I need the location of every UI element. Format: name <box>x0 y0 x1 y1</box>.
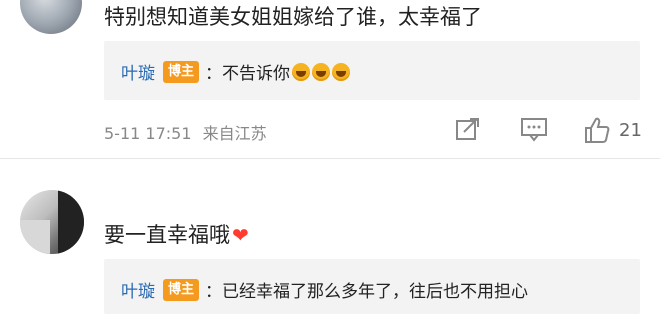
reply-text: ：不告诉你 <box>205 64 291 84</box>
blogger-badge: 博主 <box>163 278 200 301</box>
reply-box[interactable]: 叶璇 博主 ：已经幸福了那么多年了，往后也不用担心 <box>104 259 640 314</box>
like-count: 21 <box>619 119 642 141</box>
heart-icon: ❤ <box>232 223 249 247</box>
laugh-emoji-icon <box>332 62 351 81</box>
avatar[interactable] <box>20 0 82 34</box>
share-icon <box>456 118 479 140</box>
share-button[interactable] <box>455 116 481 146</box>
comment-location: 来自江苏 <box>202 124 267 143</box>
reply-author[interactable]: 叶璇 <box>121 277 155 302</box>
comment-icon <box>521 118 547 142</box>
comment-time: 5-11 17:51 <box>104 124 192 143</box>
comment-text: 特别想知道美女姐姐嫁给了谁，太幸福了 <box>104 5 482 29</box>
like-button[interactable]: 21 <box>583 116 642 144</box>
divider <box>0 158 660 159</box>
comment-button[interactable] <box>520 116 548 146</box>
reply-line: 叶璇 博主 ：已经幸福了那么多年了，往后也不用担心 <box>121 277 528 302</box>
laugh-emoji-icon <box>292 62 311 81</box>
reply-author[interactable]: 叶璇 <box>121 59 155 84</box>
blogger-badge: 博主 <box>163 60 200 83</box>
thumbs-up-icon <box>585 117 610 143</box>
comment-text: 要一直幸福哦 ❤ <box>104 219 249 249</box>
laugh-emoji-icon <box>312 62 331 81</box>
reply-box[interactable]: 叶璇 博主 ：不告诉你 <box>104 41 640 100</box>
reply-line: 叶璇 博主 ：不告诉你 <box>121 59 351 84</box>
reply-text: ：已经幸福了那么多年了，往后也不用担心 <box>205 282 529 302</box>
comment-meta: 5-11 17:51 来自江苏 <box>104 120 267 144</box>
comment-text-content: 要一直幸福哦 <box>104 223 230 247</box>
avatar[interactable] <box>20 190 84 254</box>
